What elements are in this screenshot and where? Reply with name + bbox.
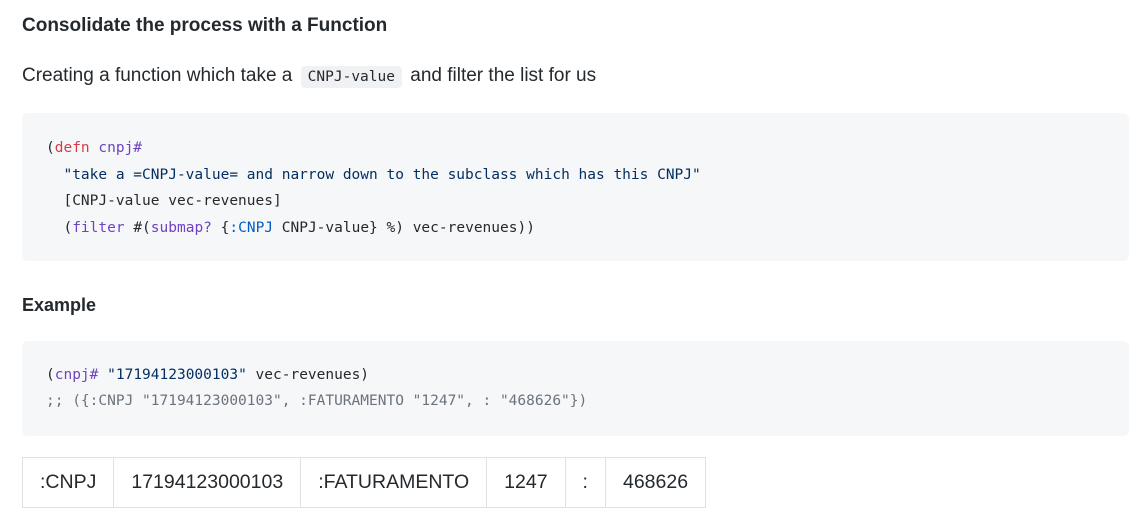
code-line: "take a =CNPJ-value= and narrow down to …	[46, 162, 1129, 189]
code-token: #(	[124, 219, 151, 236]
code-line: (defn cnpj#	[46, 135, 1129, 162]
code-token: {	[211, 219, 230, 236]
table-cell: :FATURAMENTO	[300, 457, 488, 508]
table-row: :CNPJ 17194123000103:FATURAMENTO 1247:4686…	[21, 457, 707, 508]
example-title: Example	[22, 295, 97, 315]
intro-text-after: and filter the list for us	[410, 65, 597, 86]
code-line: ;; ({:CNPJ "17194123000103", :FATURAMENT…	[46, 388, 1129, 414]
code-token: (	[46, 140, 55, 156]
code-line: [CNPJ-value vec-revenues]	[46, 188, 1129, 215]
table-cell: :CNPJ	[21, 457, 115, 508]
table-cell: :	[564, 457, 606, 508]
code-token: filter	[72, 219, 125, 236]
code-token: "17194123000103"	[107, 367, 247, 383]
inline-code: CNPJ-value	[300, 66, 402, 88]
intro-text-before: Creating a function which take a	[22, 65, 293, 86]
code-token: cnpj#	[98, 140, 143, 156]
code-token: submap?	[150, 219, 212, 236]
code-token: vec-revenues)	[246, 367, 370, 383]
code-token: cnpj#	[54, 367, 99, 383]
code-line: (cnpj# "17194123000103" vec-revenues)	[46, 362, 1129, 388]
code-token: defn	[54, 140, 90, 156]
document-page: Consolidate the process with a Function …	[0, 0, 1129, 508]
code-token: [CNPJ-value vec-revenues]	[46, 193, 282, 209]
code-token: :CNPJ	[229, 219, 274, 236]
code-token: ;; ({:CNPJ "17194123000103", :FATURAMENT…	[46, 393, 588, 409]
section-title: Consolidate the process with a Function	[22, 15, 388, 36]
code-token: CNPJ-value} %) vec-revenues))	[273, 219, 535, 236]
table-cell: 468626	[604, 457, 707, 508]
intro-paragraph: Creating a function which take a CNPJ-va…	[22, 64, 1129, 88]
code-token: (	[46, 367, 55, 383]
code-line: (filter #(submap? {:CNPJ CNPJ-value} %) …	[46, 215, 1129, 242]
code-token: "take a =CNPJ-value= and narrow down to …	[63, 166, 701, 183]
table-cell: 1247	[486, 457, 566, 508]
code-block-example: (cnpj# "17194123000103" vec-revenues) ;; …	[22, 341, 1129, 436]
code-token: (	[46, 219, 73, 236]
result-table: :CNPJ 17194123000103:FATURAMENTO 1247:4686…	[21, 457, 707, 508]
code-block-function: (defn cnpj# "take a =CNPJ-value= and nar…	[22, 113, 1129, 261]
table-cell: 17194123000103	[113, 457, 302, 508]
